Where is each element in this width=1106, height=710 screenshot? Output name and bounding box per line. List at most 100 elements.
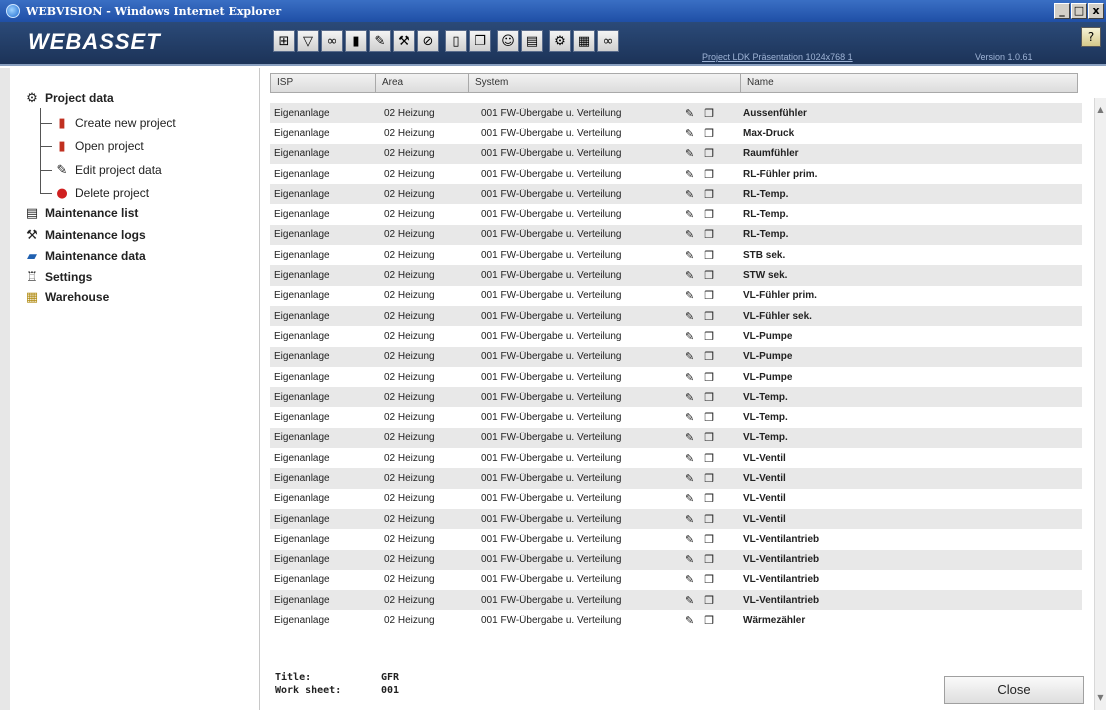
sidebar-item-open-project[interactable]: ▮ Open project: [54, 138, 143, 154]
edit-icon[interactable]: ✎: [685, 269, 694, 282]
edit-icon[interactable]: ✎: [685, 188, 694, 201]
edit-icon[interactable]: ✎: [685, 147, 694, 160]
new-document-icon[interactable]: ▯: [445, 30, 467, 52]
open-record-icon[interactable]: ❐: [704, 431, 714, 444]
table-row[interactable]: Eigenanlage 02 Heizung 001 FW-Übergabe u. …: [270, 163, 1082, 185]
open-record-icon[interactable]: ❐: [704, 228, 714, 241]
open-record-icon[interactable]: ❐: [704, 249, 714, 262]
help-icon[interactable]: ?: [1081, 27, 1101, 47]
sidebar-item-warehouse[interactable]: ▦ Warehouse: [24, 289, 109, 305]
open-record-icon[interactable]: ❐: [704, 188, 714, 201]
table-row[interactable]: Eigenanlage 02 Heizung 001 FW-Übergabe u. …: [270, 590, 1082, 611]
edit-icon[interactable]: ✎: [685, 208, 694, 221]
table-row[interactable]: Eigenanlage 02 Heizung 001 FW-Übergabe u. …: [270, 326, 1082, 347]
open-record-icon[interactable]: ❐: [704, 147, 714, 160]
table-row[interactable]: Eigenanlage 02 Heizung 001 FW-Übergabe u. …: [270, 549, 1082, 570]
edit-icon[interactable]: ✎: [685, 533, 694, 546]
vertical-scrollbar[interactable]: ▲ ▼: [1094, 98, 1106, 710]
table-row[interactable]: Eigenanlage 02 Heizung 001 FW-Übergabe u. …: [270, 265, 1082, 286]
table-row[interactable]: Eigenanlage 02 Heizung 001 FW-Übergabe u. …: [270, 427, 1082, 449]
open-record-icon[interactable]: ❐: [704, 208, 714, 221]
edit-icon[interactable]: ✎: [685, 472, 694, 485]
edit-icon[interactable]: ✎: [685, 391, 694, 404]
minimize-button[interactable]: _: [1054, 3, 1070, 19]
glasses-icon[interactable]: ∞: [597, 30, 619, 52]
edit-icon[interactable]: ✎: [685, 513, 694, 526]
sidebar-item-project-data[interactable]: ⚙ Project data: [24, 90, 114, 106]
edit-icon[interactable]: ✎: [685, 492, 694, 505]
column-header-system[interactable]: System: [469, 73, 741, 93]
table-row[interactable]: Eigenanlage 02 Heizung 001 FW-Übergabe u. …: [270, 468, 1082, 489]
open-record-icon[interactable]: ❐: [704, 573, 714, 586]
table-row[interactable]: Eigenanlage 02 Heizung 001 FW-Übergabe u. …: [270, 387, 1082, 408]
scroll-down-icon[interactable]: ▼: [1095, 692, 1106, 704]
open-record-icon[interactable]: ❐: [704, 330, 714, 343]
edit-icon[interactable]: ✎: [685, 573, 694, 586]
open-record-icon[interactable]: ❐: [704, 269, 714, 282]
edit-icon[interactable]: ✎: [369, 30, 391, 52]
open-record-icon[interactable]: ❐: [704, 127, 714, 140]
edit-icon[interactable]: ✎: [685, 310, 694, 323]
open-record-icon[interactable]: ❐: [704, 614, 714, 627]
edit-icon[interactable]: ✎: [685, 330, 694, 343]
table-row[interactable]: Eigenanlage 02 Heizung 001 FW-Übergabe u. …: [270, 245, 1082, 266]
open-record-icon[interactable]: ❐: [704, 350, 714, 363]
table-row[interactable]: Eigenanlage 02 Heizung 001 FW-Übergabe u. …: [270, 448, 1082, 469]
table-row[interactable]: Eigenanlage 02 Heizung 001 FW-Übergabe u. …: [270, 184, 1082, 205]
open-record-icon[interactable]: ❐: [704, 533, 714, 546]
open-record-icon[interactable]: ❐: [704, 513, 714, 526]
open-record-icon[interactable]: ❐: [704, 452, 714, 465]
sidebar-item-maintenance-list[interactable]: ▤ Maintenance list: [24, 205, 139, 221]
close-button[interactable]: Close: [944, 676, 1084, 704]
open-record-icon[interactable]: ❐: [704, 107, 714, 120]
open-record-icon[interactable]: ❐: [704, 411, 714, 424]
column-header-isp[interactable]: ISP: [270, 73, 376, 93]
edit-icon[interactable]: ✎: [685, 228, 694, 241]
sidebar-item-maintenance-logs[interactable]: ⚒ Maintenance logs: [24, 227, 146, 243]
table-row[interactable]: Eigenanlage 02 Heizung 001 FW-Übergabe u. …: [270, 204, 1082, 225]
project-link[interactable]: Project LDK Präsentation 1024x768 1: [702, 52, 853, 62]
stop-icon[interactable]: ⊘: [417, 30, 439, 52]
edit-icon[interactable]: ✎: [685, 350, 694, 363]
chart-icon[interactable]: ▤: [521, 30, 543, 52]
edit-icon[interactable]: ✎: [685, 371, 694, 384]
open-record-icon[interactable]: ❐: [704, 391, 714, 404]
sidebar-item-delete-project[interactable]: ● Delete project: [54, 185, 149, 201]
edit-icon[interactable]: ✎: [685, 431, 694, 444]
edit-icon[interactable]: ✎: [685, 411, 694, 424]
column-header-name[interactable]: Name: [741, 73, 1078, 93]
maximize-button[interactable]: □: [1071, 3, 1087, 19]
table-row[interactable]: Eigenanlage 02 Heizung 001 FW-Übergabe u. …: [270, 123, 1082, 144]
table-row[interactable]: Eigenanlage 02 Heizung 001 FW-Übergabe u. …: [270, 488, 1082, 509]
open-record-icon[interactable]: ❐: [704, 289, 714, 302]
open-record-icon[interactable]: ❐: [704, 553, 714, 566]
sidebar-item-settings[interactable]: ♖ Settings: [24, 269, 92, 285]
edit-icon[interactable]: ✎: [685, 452, 694, 465]
open-record-icon[interactable]: ❐: [704, 492, 714, 505]
edit-icon[interactable]: ✎: [685, 614, 694, 627]
table-row[interactable]: Eigenanlage 02 Heizung 001 FW-Übergabe u. …: [270, 529, 1082, 550]
tree-icon[interactable]: ⊞: [273, 30, 295, 52]
wrench-icon[interactable]: ⚒: [393, 30, 415, 52]
table-row[interactable]: Eigenanlage 02 Heizung 001 FW-Übergabe u. …: [270, 346, 1082, 367]
table-row[interactable]: Eigenanlage 02 Heizung 001 FW-Übergabe u. …: [270, 103, 1082, 124]
open-record-icon[interactable]: ❐: [704, 371, 714, 384]
table-row[interactable]: Eigenanlage 02 Heizung 001 FW-Übergabe u. …: [270, 305, 1082, 327]
edit-icon[interactable]: ✎: [685, 289, 694, 302]
book-icon[interactable]: ▮: [345, 30, 367, 52]
table-row[interactable]: Eigenanlage 02 Heizung 001 FW-Übergabe u. …: [270, 224, 1082, 246]
sidebar-item-maintenance-data[interactable]: ▰ Maintenance data: [24, 248, 146, 264]
sidebar-item-create-new-project[interactable]: ▮ Create new project: [54, 115, 175, 131]
open-record-icon[interactable]: ❐: [704, 472, 714, 485]
edit-icon[interactable]: ✎: [685, 249, 694, 262]
table-row[interactable]: Eigenanlage 02 Heizung 001 FW-Übergabe u. …: [270, 508, 1082, 530]
copy-document-icon[interactable]: ❐: [469, 30, 491, 52]
open-record-icon[interactable]: ❐: [704, 310, 714, 323]
scroll-up-icon[interactable]: ▲: [1095, 104, 1106, 116]
column-header-area[interactable]: Area: [376, 73, 469, 93]
maintenance-icon[interactable]: ⚙: [549, 30, 571, 52]
table-row[interactable]: Eigenanlage 02 Heizung 001 FW-Übergabe u. …: [270, 610, 1082, 631]
close-window-button[interactable]: x: [1088, 3, 1104, 19]
edit-icon[interactable]: ✎: [685, 107, 694, 120]
edit-icon[interactable]: ✎: [685, 553, 694, 566]
